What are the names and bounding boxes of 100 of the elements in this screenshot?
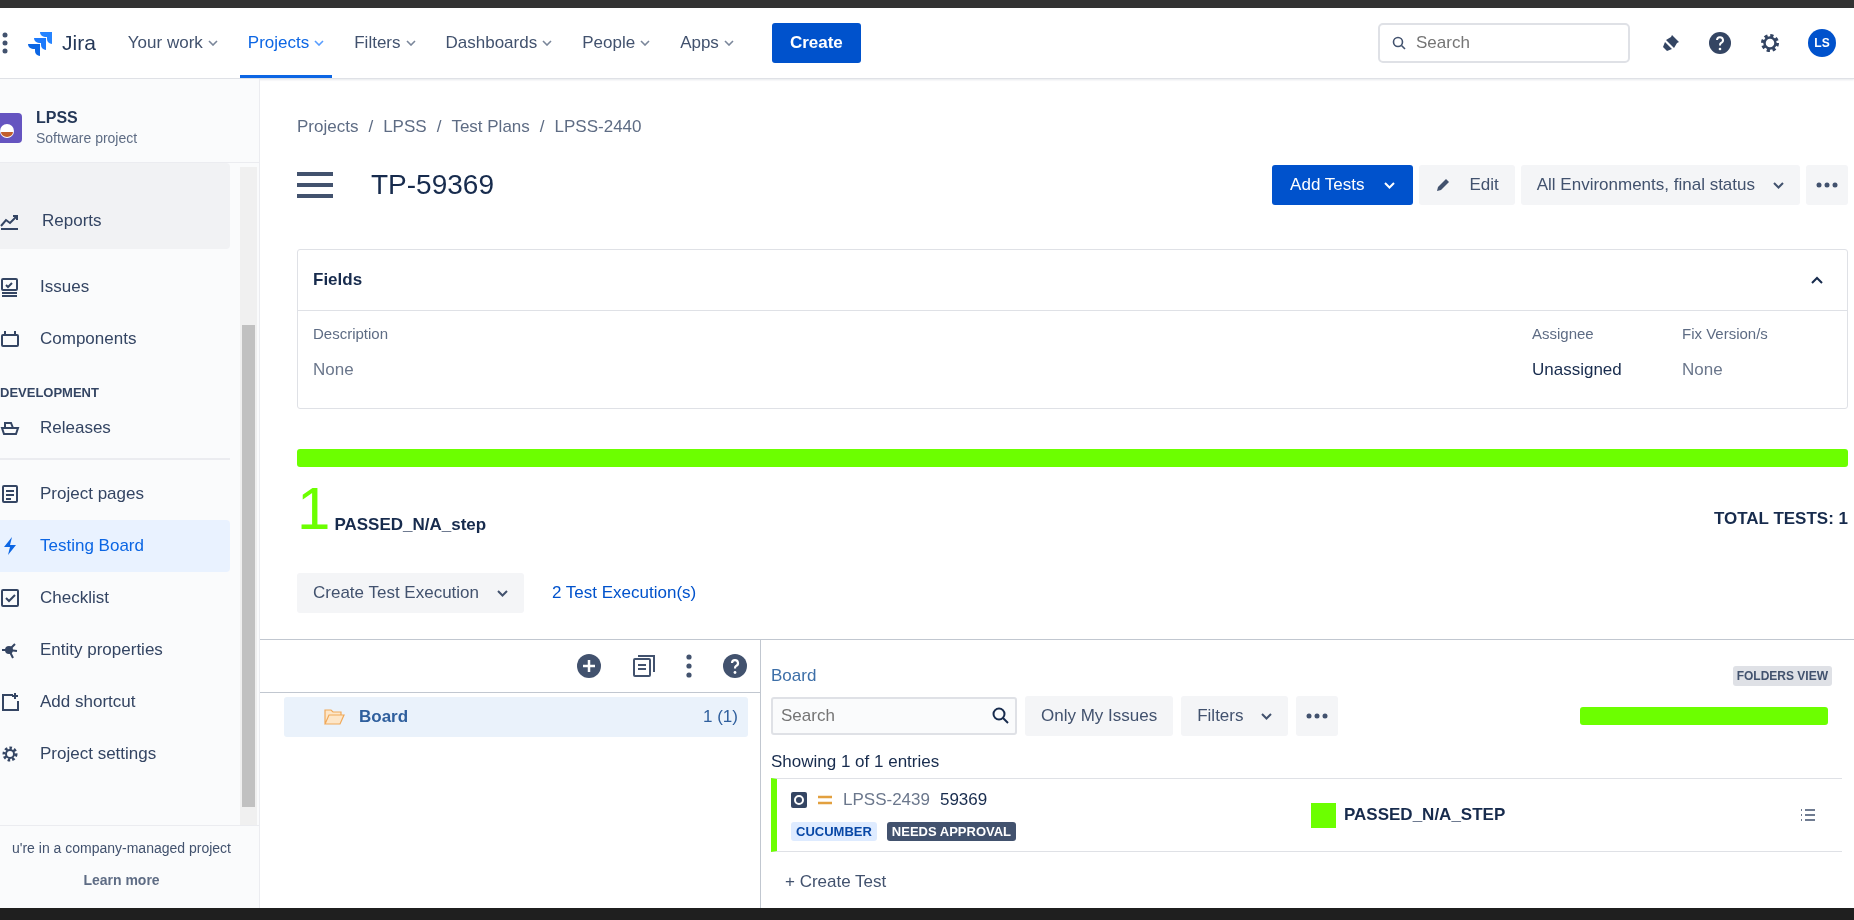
nav-menu[interactable]: Apps xyxy=(672,8,742,78)
sidebar-item[interactable]: Components xyxy=(0,313,230,365)
jira-logo-icon[interactable] xyxy=(28,30,54,56)
pages-icon xyxy=(0,484,20,504)
nav-menu[interactable]: Your work xyxy=(119,8,226,78)
more-icon xyxy=(1816,182,1838,188)
test-status: PASSED_N/A_STEP xyxy=(1344,805,1506,825)
project-name[interactable]: LPSS xyxy=(36,109,138,127)
breadcrumb-link[interactable]: Test Plans xyxy=(451,117,530,137)
more-actions-button[interactable] xyxy=(1806,165,1848,205)
breadcrumb-separator: / xyxy=(368,117,374,137)
chevron-down-icon xyxy=(640,40,651,46)
field-label: Fix Version/s xyxy=(1682,325,1769,342)
panel-title: Fields xyxy=(313,270,363,290)
more-actions-button[interactable] xyxy=(1296,696,1339,736)
folder-row[interactable]: Board 1 (1) xyxy=(284,697,748,737)
folder-count: 1 (1) xyxy=(703,707,738,727)
breadcrumb-separator: / xyxy=(539,117,545,137)
kebab-menu-icon[interactable] xyxy=(686,654,692,678)
scrollbar[interactable] xyxy=(240,167,257,825)
field-value: None xyxy=(1682,360,1724,380)
search-field[interactable]: Search xyxy=(1378,23,1630,63)
issues-icon xyxy=(0,277,20,297)
breadcrumb-separator: / xyxy=(436,117,442,137)
add-tests-button[interactable]: Add Tests xyxy=(1272,165,1414,205)
chevron-down-icon xyxy=(405,40,416,46)
breadcrumb-link[interactable]: LPSS xyxy=(383,117,427,137)
settings-icon[interactable] xyxy=(1758,31,1782,55)
copy-list-icon[interactable] xyxy=(632,654,656,678)
breadcrumb-link[interactable]: Projects xyxy=(297,117,359,137)
chevron-down-icon xyxy=(723,40,734,46)
test-summary: 59369 xyxy=(939,789,988,810)
chevron-down-icon xyxy=(1261,712,1273,720)
field-value: None xyxy=(313,360,355,380)
entity-icon xyxy=(0,640,20,660)
jira-logo-text[interactable]: Jira xyxy=(62,31,96,55)
search-icon xyxy=(992,707,1009,724)
notification-bell-icon[interactable] xyxy=(1660,32,1682,54)
project-type-note: u're in a company-managed project xyxy=(12,840,231,856)
help-icon[interactable] xyxy=(722,653,748,679)
chevron-down-icon xyxy=(207,40,218,46)
menu-icon[interactable] xyxy=(297,171,333,199)
edit-button[interactable]: Edit xyxy=(1419,165,1515,205)
list-details-icon[interactable] xyxy=(1800,808,1816,822)
components-icon xyxy=(0,329,20,349)
shortcut-icon xyxy=(0,692,20,712)
board-title: Board xyxy=(771,666,817,686)
entries-count: Showing 1 of 1 entries xyxy=(771,752,941,772)
sidebar-item[interactable]: Project pages xyxy=(0,468,230,520)
chevron-down-icon xyxy=(314,40,325,46)
nav-menu[interactable]: Dashboards xyxy=(437,8,561,78)
more-icon xyxy=(1306,713,1329,719)
only-my-issues-button[interactable]: Only My Issues xyxy=(1025,696,1174,736)
sidebar-item[interactable]: Testing Board xyxy=(0,520,230,572)
create-button[interactable]: Create xyxy=(771,23,861,63)
status-count: 1 xyxy=(297,481,331,537)
filters-dropdown[interactable]: Filters xyxy=(1181,696,1289,736)
project-type: Software project xyxy=(36,130,138,146)
nav-menu[interactable]: Filters xyxy=(346,8,424,78)
sidebar-item[interactable]: Releases xyxy=(0,402,230,454)
folders-view-button[interactable]: FOLDERS VIEW xyxy=(1732,666,1832,686)
test-label: NEEDS APPROVAL xyxy=(886,821,1017,841)
nav-menu[interactable]: People xyxy=(574,8,659,78)
create-test-execution-button[interactable]: Create Test Execution xyxy=(297,573,524,613)
help-icon[interactable] xyxy=(1708,31,1732,55)
priority-medium-icon xyxy=(817,794,833,805)
test-executions-link[interactable]: 2 Test Execution(s) xyxy=(552,583,697,603)
chevron-up-icon[interactable] xyxy=(1811,276,1823,284)
sidebar-item[interactable]: Project settings xyxy=(0,728,230,780)
test-type-icon xyxy=(791,791,807,808)
chevron-down-icon xyxy=(1773,181,1784,189)
chevron-down-icon xyxy=(497,589,508,597)
total-tests: TOTAL TESTS: 1 xyxy=(1713,509,1848,529)
add-icon[interactable] xyxy=(576,653,602,679)
chevron-down-icon xyxy=(1384,181,1396,189)
environment-dropdown[interactable]: All Environments, final status xyxy=(1520,165,1800,205)
search-icon xyxy=(1392,36,1406,50)
test-row[interactable]: LPSS-2439 59369 CUCUMBER NEEDS APPROVAL PASSED_N/A_STEP xyxy=(771,778,1842,852)
field-label: Assignee xyxy=(1532,325,1595,342)
sidebar-item[interactable]: Entity properties xyxy=(0,624,230,676)
pencil-icon xyxy=(1435,177,1452,193)
folder-icon xyxy=(324,709,345,725)
create-test-link[interactable]: + Create Test xyxy=(785,872,1842,892)
test-label: CUCUMBER xyxy=(791,821,877,841)
sidebar-item[interactable]: Issues xyxy=(0,261,230,313)
breadcrumb-link[interactable]: LPSS-2440 xyxy=(554,117,642,137)
check-icon xyxy=(0,588,20,608)
user-avatar[interactable]: LS xyxy=(1808,29,1836,57)
sidebar-item[interactable]: Reports xyxy=(0,163,230,249)
section-heading: DEVELOPMENT xyxy=(0,385,100,400)
search-field[interactable]: Search xyxy=(771,697,1017,735)
sidebar-item[interactable]: Checklist xyxy=(0,572,230,624)
field-value: Unassigned xyxy=(1532,360,1623,380)
sidebar-item[interactable]: Add shortcut xyxy=(0,676,230,728)
learn-more-link[interactable]: Learn more xyxy=(83,872,160,888)
test-plan-title: TP-59369 xyxy=(371,169,494,201)
issue-key-link[interactable]: LPSS-2439 xyxy=(843,789,930,810)
status-label: PASSED_N/A_step xyxy=(334,515,487,535)
folder-name: Board xyxy=(359,707,409,727)
app-switcher-icon[interactable] xyxy=(2,32,8,54)
